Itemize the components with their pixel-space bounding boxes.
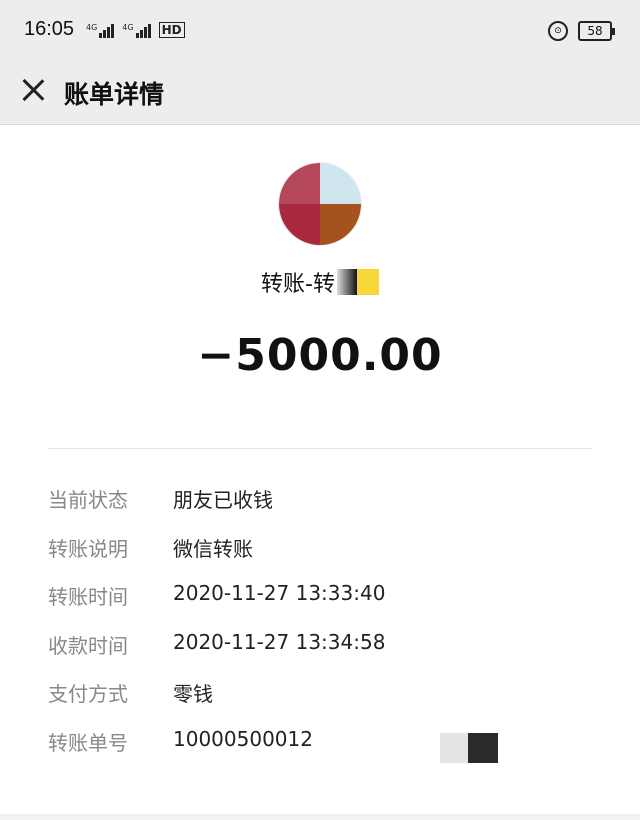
detail-list: 当前状态 朋友已收钱 转账说明 微信转账 转账时间 2020-11-27 13:… [48,484,385,775]
detail-value: 2020-11-27 13:34:58 [173,629,386,654]
redaction-mask [468,733,498,763]
detail-row-transfer-time: 转账时间 2020-11-27 13:33:40 [48,581,385,630]
redaction-mask [356,269,379,295]
detail-row-description: 转账说明 微信转账 [48,533,385,582]
close-icon[interactable] [18,74,48,104]
detail-row-payment-method: 支付方式 零钱 [48,678,385,727]
title-bar: 账单详情 [0,62,640,125]
page-title: 账单详情 [64,80,165,109]
detail-row-receive-time: 收款时间 2020-11-27 13:34:58 [48,630,385,679]
bottom-divider [0,814,640,820]
signal-indicators: 4G 4G HD [86,22,185,38]
detail-value: 微信转账 [173,536,253,561]
detail-label: 转账单号 [48,730,128,755]
detail-label: 当前状态 [48,488,128,512]
status-bar: 16:05 4G 4G HD ⊙ 58 [0,0,640,62]
transfer-name-row: 转账-转 [0,266,640,298]
signal-4g-icon: 4G [86,23,115,38]
transfer-name: 转账-转 [261,272,335,297]
detail-value: 朋友已收钱 [173,488,273,512]
battery-icon: 58 [578,21,615,41]
avatar [279,163,361,245]
transfer-amount: −5000.00 [197,330,443,381]
detail-label: 收款时间 [48,633,128,658]
detail-value: 2020-11-27 13:33:40 [173,581,386,605]
detail-label: 转账说明 [48,536,128,561]
detail-value[interactable]: 10000500012 [173,727,313,776]
redaction-mask [440,733,468,763]
rotation-lock-icon: ⊙ [548,21,568,41]
hd-icon: HD [158,22,185,38]
detail-row-order-number: 转账单号 10000500012 [48,727,385,776]
signal-4g-2-icon: 4G [122,23,151,38]
detail-value: 零钱 [173,682,213,706]
status-time: 16:05 [24,18,75,40]
divider [48,448,592,449]
detail-label: 转账时间 [48,585,128,609]
detail-row-status: 当前状态 朋友已收钱 [48,484,385,533]
detail-label: 支付方式 [48,682,128,706]
redaction-mask [336,269,357,295]
